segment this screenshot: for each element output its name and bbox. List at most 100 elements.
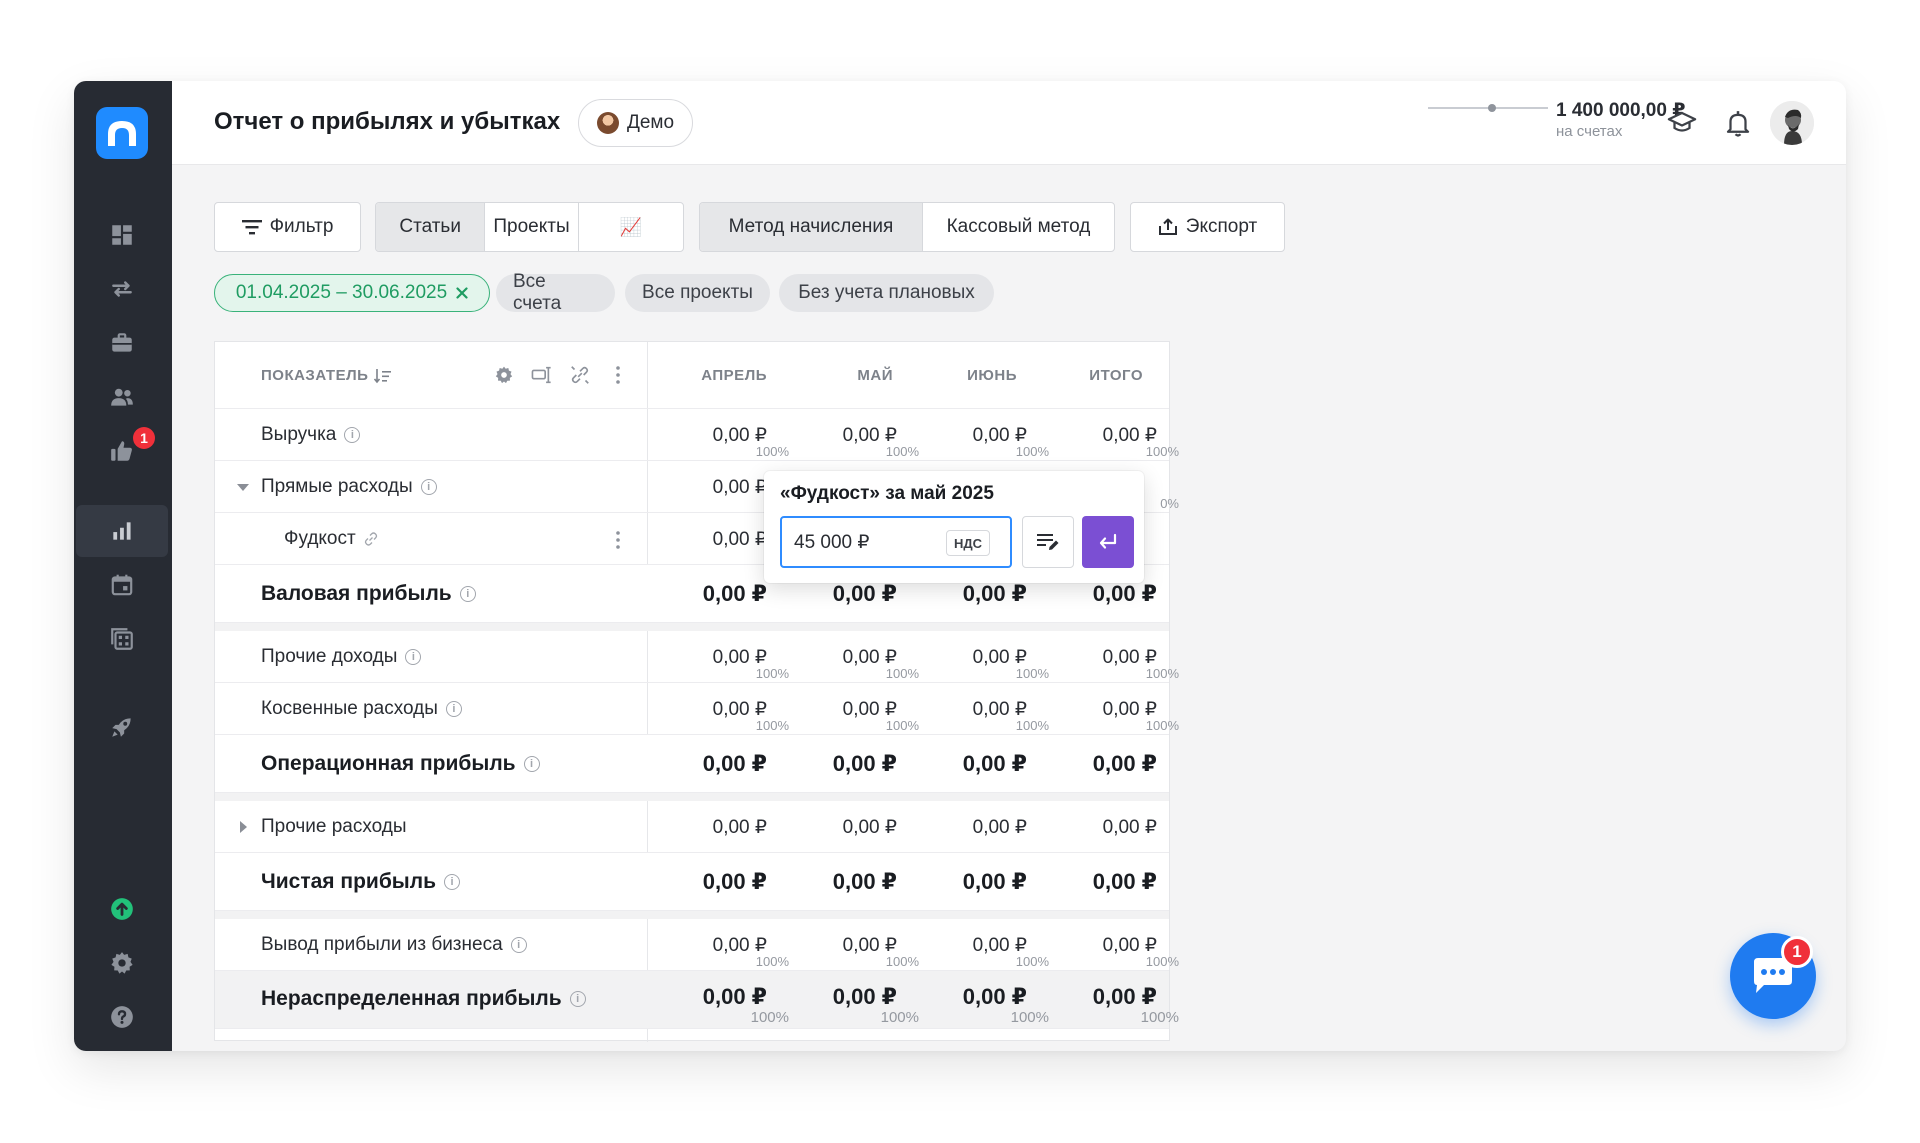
user-avatar[interactable] (1770, 101, 1814, 145)
date-range-chip[interactable]: 01.04.2025 – 30.06.2025 (214, 274, 490, 312)
cell-percent: 100% (885, 444, 919, 459)
sidebar-item-upgrade[interactable] (76, 883, 168, 935)
cell-percent: 100% (755, 444, 789, 459)
tab-projects[interactable]: Проекты (485, 203, 579, 251)
cell-value[interactable]: 0,00 ₽ (1037, 816, 1157, 839)
cell-value[interactable]: 0,00 ₽ (907, 581, 1027, 607)
add-comment-button[interactable] (1022, 516, 1074, 568)
row-label: Прочие доходы i (261, 646, 422, 668)
cell-value[interactable]: 0,00 ₽ (1037, 751, 1157, 777)
notifications-button[interactable] (1720, 105, 1756, 141)
filter-icon (241, 220, 262, 235)
table-row-total[interactable]: Нераспределенная прибыль i 0,00 ₽ 0,00 ₽ … (215, 971, 1179, 1029)
app-logo[interactable] (96, 107, 148, 159)
cell-value[interactable]: 0,00 ₽ (1037, 984, 1157, 1010)
cell-value[interactable]: 0,00 ₽ (647, 869, 767, 895)
cell-value[interactable]: 0,00 ₽ (777, 869, 897, 895)
row-menu-icon[interactable] (615, 530, 621, 550)
tab-chart[interactable]: 📈 (579, 203, 683, 251)
table-row[interactable]: Прочие доходы i 0,00 ₽ 0,00 ₽ 0,00 ₽ 0,00… (215, 631, 1179, 683)
info-icon[interactable]: i (569, 991, 586, 1007)
sidebar-item-transfers[interactable] (76, 263, 168, 315)
column-april: АПРЕЛЬ (701, 367, 767, 384)
sidebar-item-reports[interactable] (76, 505, 168, 557)
more-options-button[interactable] (605, 362, 631, 388)
cell-value[interactable]: 0,00 ₽ (907, 816, 1027, 839)
table-row[interactable]: Косвенные расходы i 0,00 ₽ 0,00 ₽ 0,00 ₽ … (215, 683, 1179, 735)
table-settings-button[interactable] (491, 362, 517, 388)
tab-articles[interactable]: Статьи (376, 203, 486, 251)
row-label: Прямые расходы i (261, 476, 437, 498)
cell-percent: 100% (1015, 954, 1049, 969)
info-icon[interactable]: i (510, 937, 527, 953)
cell-value[interactable]: 0,00 ₽ (647, 528, 767, 551)
link-icon[interactable] (364, 532, 378, 546)
sidebar-item-settings[interactable] (76, 937, 168, 989)
confirm-button[interactable] (1082, 516, 1134, 568)
cell-value[interactable]: 0,00 ₽ (907, 751, 1027, 777)
indicator-header[interactable]: ПОКАЗАТЕЛЬ (261, 367, 392, 384)
top-bar: Отчет о прибылях и убытках Демо 1 400 00… (172, 81, 1846, 165)
cell-percent: 100% (755, 954, 789, 969)
cell-value[interactable]: 0,00 ₽ (777, 751, 897, 777)
sidebar-item-calendar[interactable] (76, 559, 168, 611)
close-icon[interactable] (456, 287, 468, 299)
sidebar-item-onboarding[interactable] (76, 701, 168, 753)
sidebar: 1 (74, 81, 172, 1051)
cell-value[interactable]: 0,00 ₽ (907, 869, 1027, 895)
cell-value[interactable]: 0,00 ₽ (647, 751, 767, 777)
section-separator (215, 623, 1169, 631)
collapse-caret-icon[interactable] (237, 484, 249, 491)
table-row[interactable]: Вывод прибыли из бизнеса i 0,00 ₽ 0,00 ₽ … (215, 919, 1179, 971)
info-icon[interactable]: i (523, 756, 540, 772)
cell-value[interactable]: 0,00 ₽ (777, 984, 897, 1010)
sidebar-item-dashboard[interactable] (76, 209, 168, 261)
cell-value[interactable]: 0,00 ₽ (777, 816, 897, 839)
rename-button[interactable] (529, 362, 555, 388)
info-icon[interactable]: i (405, 649, 422, 665)
sidebar-item-business[interactable] (76, 317, 168, 369)
filter-button[interactable]: Фильтр (214, 202, 361, 252)
unlink-button[interactable] (567, 362, 593, 388)
row-label-text: Выручка (261, 424, 337, 445)
info-icon[interactable]: i (445, 701, 462, 717)
table-row[interactable]: Прочие расходы 0,00 ₽ 0,00 ₽ 0,00 ₽ 0,00… (215, 801, 1169, 853)
table-row-total[interactable]: Операционная прибыль i 0,00 ₽ 0,00 ₽ 0,00… (215, 735, 1169, 793)
sidebar-item-help[interactable] (76, 991, 168, 1043)
dashboard-icon (112, 225, 132, 245)
cell-value[interactable]: 0,00 ₽ (907, 984, 1027, 1010)
table-row[interactable]: Выручка i 0,00 ₽ 0,00 ₽ 0,00 ₽ 0,00 ₽ 100… (215, 409, 1179, 461)
export-button[interactable]: Экспорт (1130, 202, 1285, 252)
calendar-icon (111, 574, 133, 596)
info-icon[interactable]: i (344, 427, 361, 443)
table-row-total[interactable]: Чистая прибыль i 0,00 ₽ 0,00 ₽ 0,00 ₽ 0,0… (215, 853, 1169, 911)
tab-accrual-method[interactable]: Метод начисления (700, 203, 923, 251)
info-icon[interactable]: i (459, 586, 476, 602)
cell-value[interactable]: 0,00 ₽ (647, 984, 767, 1010)
expand-caret-icon[interactable] (240, 821, 247, 833)
help-icon (111, 1006, 133, 1028)
sidebar-item-deals[interactable]: 1 (76, 425, 168, 477)
demo-button[interactable]: Демо (578, 99, 694, 147)
row-label: Операционная прибыль i (261, 752, 540, 776)
projects-chip[interactable]: Все проекты (625, 274, 770, 312)
cell-value[interactable]: 0,00 ₽ (647, 581, 767, 607)
info-icon[interactable]: i (443, 874, 460, 890)
vat-button[interactable]: НДС (946, 530, 991, 556)
popover-title: «Фудкост» за май 2025 (780, 483, 994, 504)
section-separator (215, 793, 1169, 801)
row-label: Вывод прибыли из бизнеса i (261, 934, 527, 956)
cell-percent: 100% (1145, 954, 1179, 969)
cell-value[interactable]: 0,00 ₽ (1037, 581, 1157, 607)
sort-icon[interactable] (374, 368, 392, 384)
cell-value[interactable]: 0,00 ₽ (777, 581, 897, 607)
sidebar-item-calculator[interactable] (76, 613, 168, 665)
cell-value[interactable]: 0,00 ₽ (647, 816, 767, 839)
sidebar-item-contacts[interactable] (76, 371, 168, 423)
info-icon[interactable]: i (420, 479, 437, 495)
accounts-chip[interactable]: Все счета (496, 271, 615, 314)
tab-cash-method[interactable]: Кассовый метод (923, 203, 1114, 251)
planned-chip[interactable]: Без учета плановых (779, 274, 994, 312)
education-button[interactable] (1664, 105, 1700, 141)
cell-value[interactable]: 0,00 ₽ (1037, 869, 1157, 895)
